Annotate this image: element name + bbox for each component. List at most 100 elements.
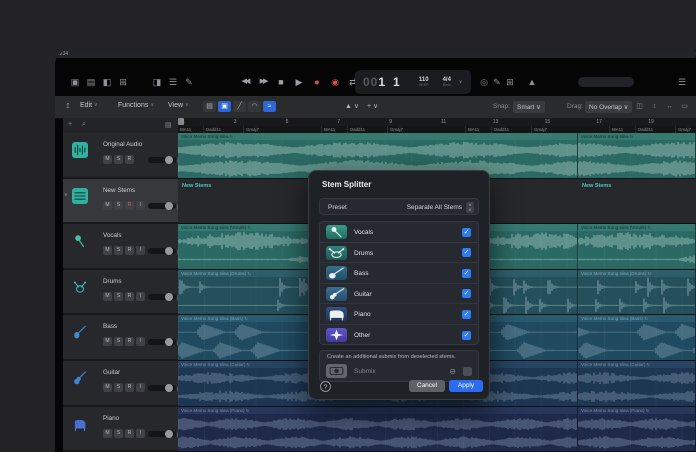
audio-region[interactable]: Voice Memo Song Idea (Bass) ↻ — [578, 315, 696, 360]
menu-view[interactable]: View ∨ — [168, 102, 189, 109]
drag-mode-icon[interactable]: ▤ — [203, 101, 216, 112]
rewind-icon[interactable]: ◀◀ — [237, 74, 253, 90]
chord-marker[interactable]: Bm11 — [610, 126, 636, 133]
pencil-icon[interactable]: ✎ — [182, 75, 196, 89]
plus-tool-icon[interactable]: + ∨ — [367, 102, 378, 110]
stem-checkbox[interactable]: ✓ — [462, 248, 471, 258]
audio-region[interactable]: Voice Memo Song Idea (Vocals) ↻ — [578, 224, 696, 269]
mute-button[interactable]: M — [103, 337, 112, 347]
solo-button[interactable]: S — [114, 383, 123, 392]
chord-marker[interactable]: Dadd11 — [348, 126, 388, 133]
mute-button[interactable]: M — [103, 428, 112, 438]
lcd-position-beat[interactable]: 1 — [393, 75, 401, 89]
count-in-badge[interactable]: 1234 — [55, 50, 696, 58]
drag-select[interactable]: No Overlap ∨ — [585, 101, 633, 113]
volume-slider[interactable] — [148, 247, 176, 256]
chord-marker[interactable]: Gmaj7 — [532, 126, 610, 133]
forward-icon[interactable]: ▶▶ — [255, 74, 271, 90]
waveform-icon[interactable] — [72, 142, 88, 158]
mute-button[interactable]: M — [103, 246, 112, 256]
track-header-original-audio[interactable]: Original Audio M S R — [63, 133, 189, 179]
horizontal-zoom-icon[interactable]: ↔ — [663, 101, 676, 112]
library-icon[interactable]: ▣ — [68, 75, 82, 89]
pointer-tool-icon[interactable]: ▲ ∨ — [345, 102, 359, 110]
stems-icon[interactable] — [72, 187, 88, 204]
lcd-position-bar[interactable]: 1 — [378, 75, 386, 89]
audio-region[interactable]: Voice Memo Song Idea (Guitar) ↻ — [578, 361, 696, 406]
audio-region[interactable]: Voice Memo Song Idea (Piano) ↻ — [178, 406, 578, 452]
solo-button[interactable]: S — [114, 200, 123, 210]
flex-icon[interactable]: ≈ — [263, 101, 276, 112]
stem-row-piano[interactable]: Piano ✓ — [320, 304, 478, 325]
track-header-guitar[interactable]: Guitar M S R I — [63, 361, 189, 407]
volume-knob[interactable] — [165, 338, 173, 347]
preset-stepper-icon[interactable]: ∧ ∨ — [466, 202, 474, 213]
input-monitor-button[interactable]: I — [136, 383, 145, 392]
pencil-icon[interactable]: ✎ — [490, 75, 504, 89]
chord-marker[interactable]: Gmaj7 — [388, 126, 466, 133]
stem-checkbox[interactable]: ✓ — [462, 330, 471, 340]
flex-pitch-icon[interactable]: ╱ — [233, 101, 246, 112]
record-arm-button[interactable]: R — [125, 246, 134, 256]
disclosure-chevron-icon[interactable]: ∨ — [64, 192, 68, 198]
record-arm-button[interactable]: R — [125, 428, 134, 438]
record-arm-button[interactable]: R — [125, 383, 134, 392]
remove-submix-icon[interactable]: ⊖ — [449, 367, 456, 376]
solo-button[interactable]: S — [114, 246, 123, 256]
solo-button[interactable]: S — [114, 291, 123, 301]
lcd-display[interactable]: 00 1 1 110 KEEP 4/4 Bmin ∨ — [355, 70, 471, 94]
solo-button[interactable]: S — [114, 428, 123, 438]
lcd-time-signature[interactable]: 4/4 — [435, 77, 459, 83]
menu-edit[interactable]: Edit ∨ — [80, 102, 98, 109]
media-browser-icon[interactable]: ▤ — [84, 75, 98, 89]
track-header-vocals[interactable]: Vocals M S R I — [63, 224, 189, 270]
audio-region[interactable]: Voice Memo Song Idea ↻ — [578, 133, 696, 178]
stem-row-bass[interactable]: Bass ✓ — [320, 263, 478, 284]
notes-icon[interactable]: ▤ — [165, 121, 172, 129]
chord-marker[interactable]: Bm11 — [178, 126, 204, 133]
stop-icon[interactable]: ■ — [273, 74, 289, 90]
preset-value[interactable]: Separate All Stems — [407, 204, 462, 211]
lcd-key[interactable]: Bmin — [435, 83, 459, 88]
chord-marker[interactable]: Bm11 — [322, 126, 348, 133]
mic-icon[interactable] — [72, 233, 88, 249]
mixer-icon[interactable]: ☰ — [166, 75, 180, 89]
solo-button[interactable]: S — [114, 155, 123, 164]
lcd-tempo[interactable]: 110 — [413, 77, 435, 83]
editors-icon[interactable]: ⊞ — [116, 75, 130, 89]
mute-button[interactable]: M — [103, 383, 112, 392]
chord-marker[interactable]: Dadd11 — [492, 126, 532, 133]
input-monitor-button[interactable]: I — [136, 291, 145, 301]
tuner-icon[interactable]: ◎ — [477, 75, 491, 89]
volume-slider[interactable] — [148, 338, 176, 347]
take-comp-icon[interactable]: ◠ — [248, 101, 261, 112]
volume-slider[interactable] — [148, 292, 176, 301]
volume-slider[interactable] — [148, 201, 176, 210]
list-icon[interactable]: ☰ — [675, 75, 689, 89]
play-icon[interactable]: ▶ — [291, 74, 307, 90]
volume-knob[interactable] — [165, 384, 173, 392]
auto-zoom-icon[interactable]: ↥ — [65, 102, 71, 110]
apply-button[interactable]: Apply — [449, 380, 483, 392]
volume-knob[interactable] — [165, 292, 173, 301]
menu-functions[interactable]: Functions ∨ — [118, 102, 154, 109]
record-icon[interactable]: ● — [309, 74, 325, 90]
record-arm-button[interactable]: R — [125, 337, 134, 347]
stem-checkbox[interactable]: ✓ — [462, 227, 471, 237]
chord-marker[interactable]: Gmaj7 — [244, 126, 322, 133]
filter-icon[interactable]: ⌕ — [82, 121, 86, 129]
metronome-icon[interactable]: ▲ — [525, 75, 539, 89]
track-header-bass[interactable]: Bass M S R I — [63, 315, 189, 361]
submix-checkbox[interactable] — [463, 367, 472, 376]
master-volume-slider[interactable] — [578, 77, 634, 87]
stem-row-vocals[interactable]: Vocals ✓ — [320, 222, 478, 243]
solo-button[interactable]: S — [114, 337, 123, 347]
chord-marker[interactable]: Dadd11 — [204, 126, 244, 133]
piano-icon[interactable] — [72, 416, 88, 432]
record-arm-button[interactable]: R — [125, 155, 134, 164]
stem-checkbox[interactable]: ✓ — [462, 268, 471, 278]
stem-row-other[interactable]: Other ✓ — [320, 325, 478, 346]
audio-region[interactable]: Voice Memo Song Idea (Drums) ↻ — [578, 269, 696, 315]
volume-knob[interactable] — [165, 201, 173, 210]
track-header-new-stems[interactable]: ∨ New Stems M S R I — [63, 178, 189, 225]
